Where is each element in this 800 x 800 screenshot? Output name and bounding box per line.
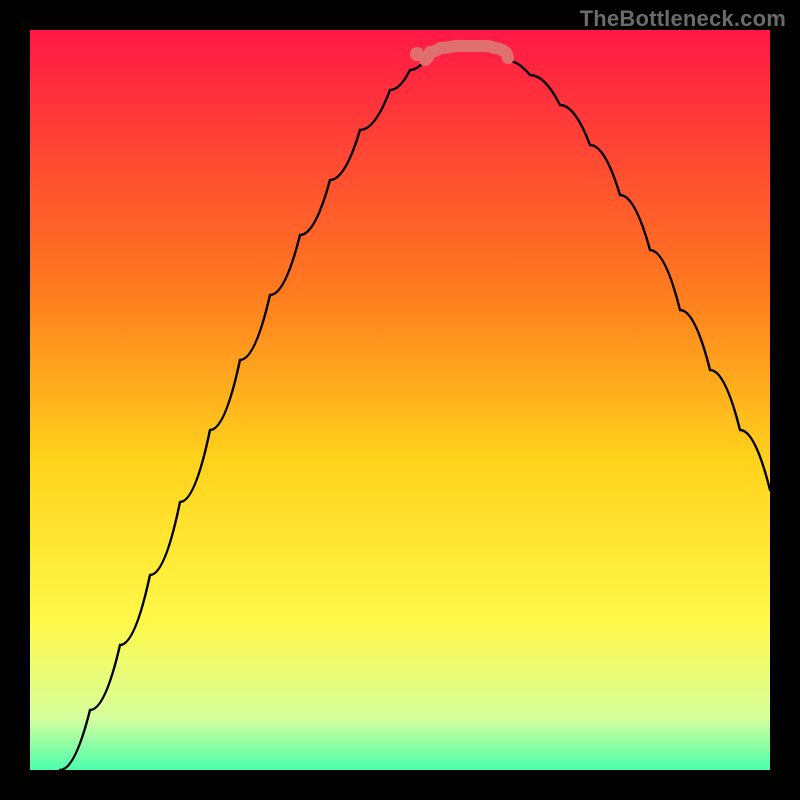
watermark-text: TheBottleneck.com	[580, 6, 786, 32]
marker-start-dot	[410, 47, 424, 61]
chart-svg	[30, 30, 770, 770]
gradient-background	[30, 30, 770, 770]
plot-area	[30, 30, 770, 770]
chart-frame: TheBottleneck.com	[0, 0, 800, 800]
